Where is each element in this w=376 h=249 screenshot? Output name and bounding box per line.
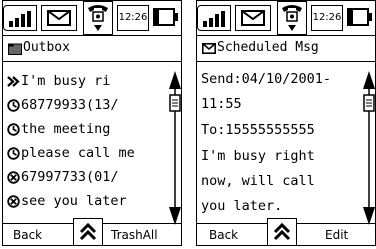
signal-strength-icon <box>197 5 231 31</box>
message-body-line: you later. <box>201 198 283 214</box>
message-body-line: now, will call <box>201 173 315 189</box>
battery-icon <box>347 8 369 26</box>
scrollbar[interactable] <box>169 71 181 247</box>
envelope-icon <box>235 5 271 31</box>
send-time-line: 11:55 <box>201 96 242 112</box>
status-bar: 12:26 <box>3 1 181 35</box>
outbox-item-text: see you later <box>21 193 127 209</box>
outbox-item-text: 67997733(01/ <box>21 169 119 185</box>
clock-icon <box>7 146 20 160</box>
envelope-icon <box>202 43 216 54</box>
status-bar: 12:26 <box>197 1 375 35</box>
scrollbar[interactable] <box>363 71 375 247</box>
outbox-item-text: please call me <box>21 145 135 161</box>
signal-strength-icon <box>3 5 37 31</box>
softkey-bar: Back Edit <box>197 218 375 246</box>
outbox-header: Outbox <box>3 35 181 62</box>
clock-icon <box>7 122 20 136</box>
scheduled-msg-screen: 12:26 Scheduled Msg Send:04/10/2001- 11:… <box>196 0 376 246</box>
back-softkey[interactable]: Back <box>13 224 42 246</box>
envelope-icon <box>41 5 77 31</box>
send-date-line: Send:04/10/2001- <box>201 71 332 87</box>
up-arrow-softkey[interactable] <box>267 218 297 246</box>
back-softkey[interactable]: Back <box>209 224 238 246</box>
edit-softkey[interactable]: Edit <box>325 224 348 246</box>
phone-icon <box>277 1 307 35</box>
battery-tip <box>369 13 372 21</box>
battery-tip <box>175 13 178 21</box>
battery-icon <box>153 8 175 26</box>
outbox-item-6[interactable]: see you later <box>7 189 127 213</box>
up-arrow-softkey[interactable] <box>73 218 103 246</box>
folder-icon <box>8 43 22 55</box>
outbox-item-2[interactable]: 68779933(13/ <box>7 93 119 117</box>
message-body-line: I'm busy right <box>201 148 315 164</box>
clock-icon <box>7 98 20 112</box>
x-circle-icon <box>7 194 20 208</box>
scheduled-msg-header: Scheduled Msg <box>197 35 375 62</box>
outbox-title: Outbox <box>23 40 70 55</box>
double-arrow-icon <box>7 75 20 87</box>
phone-icon <box>83 1 113 35</box>
outbox-item-1[interactable]: I'm busy ri <box>7 69 110 93</box>
recipient-line: To:15555555555 <box>201 122 315 138</box>
outbox-item-text: the meeting <box>21 121 111 137</box>
outbox-item-4[interactable]: please call me <box>7 141 135 165</box>
outbox-item-text: I'm busy ri <box>21 73 111 89</box>
outbox-screen: 12:26 Outbox I'm busy ri 68779933(13/ th… <box>2 0 182 246</box>
trashall-softkey[interactable]: TrashAll <box>111 224 158 246</box>
scheduled-msg-title: Scheduled Msg <box>217 40 319 55</box>
softkey-bar: Back TrashAll <box>3 218 181 246</box>
outbox-item-text: 68779933(13/ <box>21 97 119 113</box>
x-circle-icon <box>7 170 20 184</box>
outbox-item-5[interactable]: 67997733(01/ <box>7 165 119 189</box>
clock-time: 12:26 <box>117 5 149 31</box>
clock-time: 12:26 <box>311 5 343 31</box>
outbox-item-3[interactable]: the meeting <box>7 117 110 141</box>
